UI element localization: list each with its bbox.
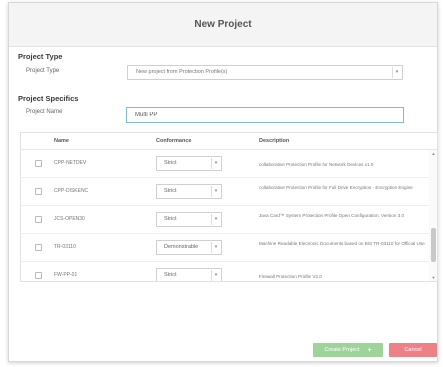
profile-description: collaborative Protection Profile for Ful…	[259, 185, 413, 190]
conformance-value: Strict	[164, 272, 177, 278]
chevron-down-icon: ▾	[211, 270, 220, 281]
profile-name: JCS-OPEN30	[54, 216, 85, 222]
project-type-label: Project Type	[26, 68, 60, 74]
cancel-button[interactable]: Cancel	[389, 343, 437, 357]
profile-name: CPP-DISKENC	[54, 188, 89, 194]
dialog-title: New Project	[194, 19, 252, 30]
conformance-select[interactable]: Strict ▾	[156, 268, 222, 281]
header-conformance: Conformance	[156, 138, 192, 144]
table-scrollbar[interactable]: ▲ ▼	[429, 150, 437, 281]
table-row: JCS-OPEN30 Strict ▾ Java Card™ System Pr…	[21, 206, 429, 234]
conformance-value: Demonstrable	[164, 244, 199, 250]
table-row: CPP-DISKENC Strict ▾ collaborative Prote…	[21, 178, 429, 206]
scroll-up-icon[interactable]: ▲	[429, 150, 437, 158]
conformance-select[interactable]: Demonstrable ▾	[156, 240, 222, 255]
project-name-label: Project Name	[26, 109, 63, 115]
table-row: CPP-NETDEV Strict ▾ collaborative Protec…	[21, 150, 429, 178]
section-title-project-type: Project Type	[18, 52, 63, 61]
conformance-select[interactable]: Strict ▾	[156, 184, 222, 199]
project-type-value: New project from Protection Profile(s)	[136, 69, 228, 75]
table-header: Name Conformance Description	[21, 133, 437, 150]
profile-description: Java Card™ System Protection Profile Ope…	[259, 213, 405, 218]
conformance-select[interactable]: Strict ▾	[156, 212, 222, 227]
protection-profile-table: Name Conformance Description CPP-NETDEV …	[20, 132, 438, 282]
profile-name: TR-03110	[54, 244, 76, 250]
profile-name: FW-PP-01	[54, 272, 78, 278]
header-description: Description	[259, 138, 290, 144]
table-row: FW-PP-01 Strict ▾ Firewall Protection Pr…	[21, 262, 429, 281]
cancel-label: Cancel	[404, 347, 422, 353]
row-checkbox[interactable]	[35, 188, 42, 195]
project-type-select[interactable]: New project from Protection Profile(s) ▾	[127, 65, 403, 80]
conformance-value: Strict	[164, 160, 177, 166]
chevron-down-icon: ▾	[211, 158, 220, 169]
project-name-input[interactable]	[126, 107, 404, 123]
create-project-label: Create Project	[324, 347, 360, 353]
table-row: TR-03110 Demonstrable ▾ Machine Readable…	[21, 234, 429, 262]
chevron-down-icon: ▾	[211, 214, 220, 225]
conformance-select[interactable]: Strict ▾	[156, 156, 222, 171]
chevron-down-icon: ▾	[211, 186, 220, 197]
conformance-value: Strict	[164, 188, 177, 194]
chevron-down-icon: ▾	[211, 242, 220, 253]
row-checkbox[interactable]	[35, 244, 42, 251]
plus-icon: +	[367, 346, 372, 354]
section-title-project-specifics: Project Specifics	[18, 94, 79, 103]
chevron-down-icon: ▾	[392, 67, 401, 78]
row-checkbox[interactable]	[35, 216, 42, 223]
scroll-thumb[interactable]	[431, 228, 436, 262]
row-checkbox[interactable]	[35, 160, 42, 167]
row-checkbox[interactable]	[35, 272, 42, 279]
profile-description: Firewall Protection Profile V2.0	[259, 274, 322, 279]
profile-description: Machine Readable Electronic Documents ba…	[259, 241, 425, 246]
conformance-value: Strict	[164, 216, 177, 222]
header-name: Name	[54, 138, 69, 144]
profile-name: CPP-NETDEV	[54, 160, 87, 166]
profile-description: collaborative Protection Profile for Net…	[259, 162, 374, 167]
create-project-button[interactable]: Create Project +	[313, 343, 383, 357]
dialog-header: New Project	[9, 3, 437, 47]
scroll-down-icon[interactable]: ▼	[429, 274, 437, 281]
